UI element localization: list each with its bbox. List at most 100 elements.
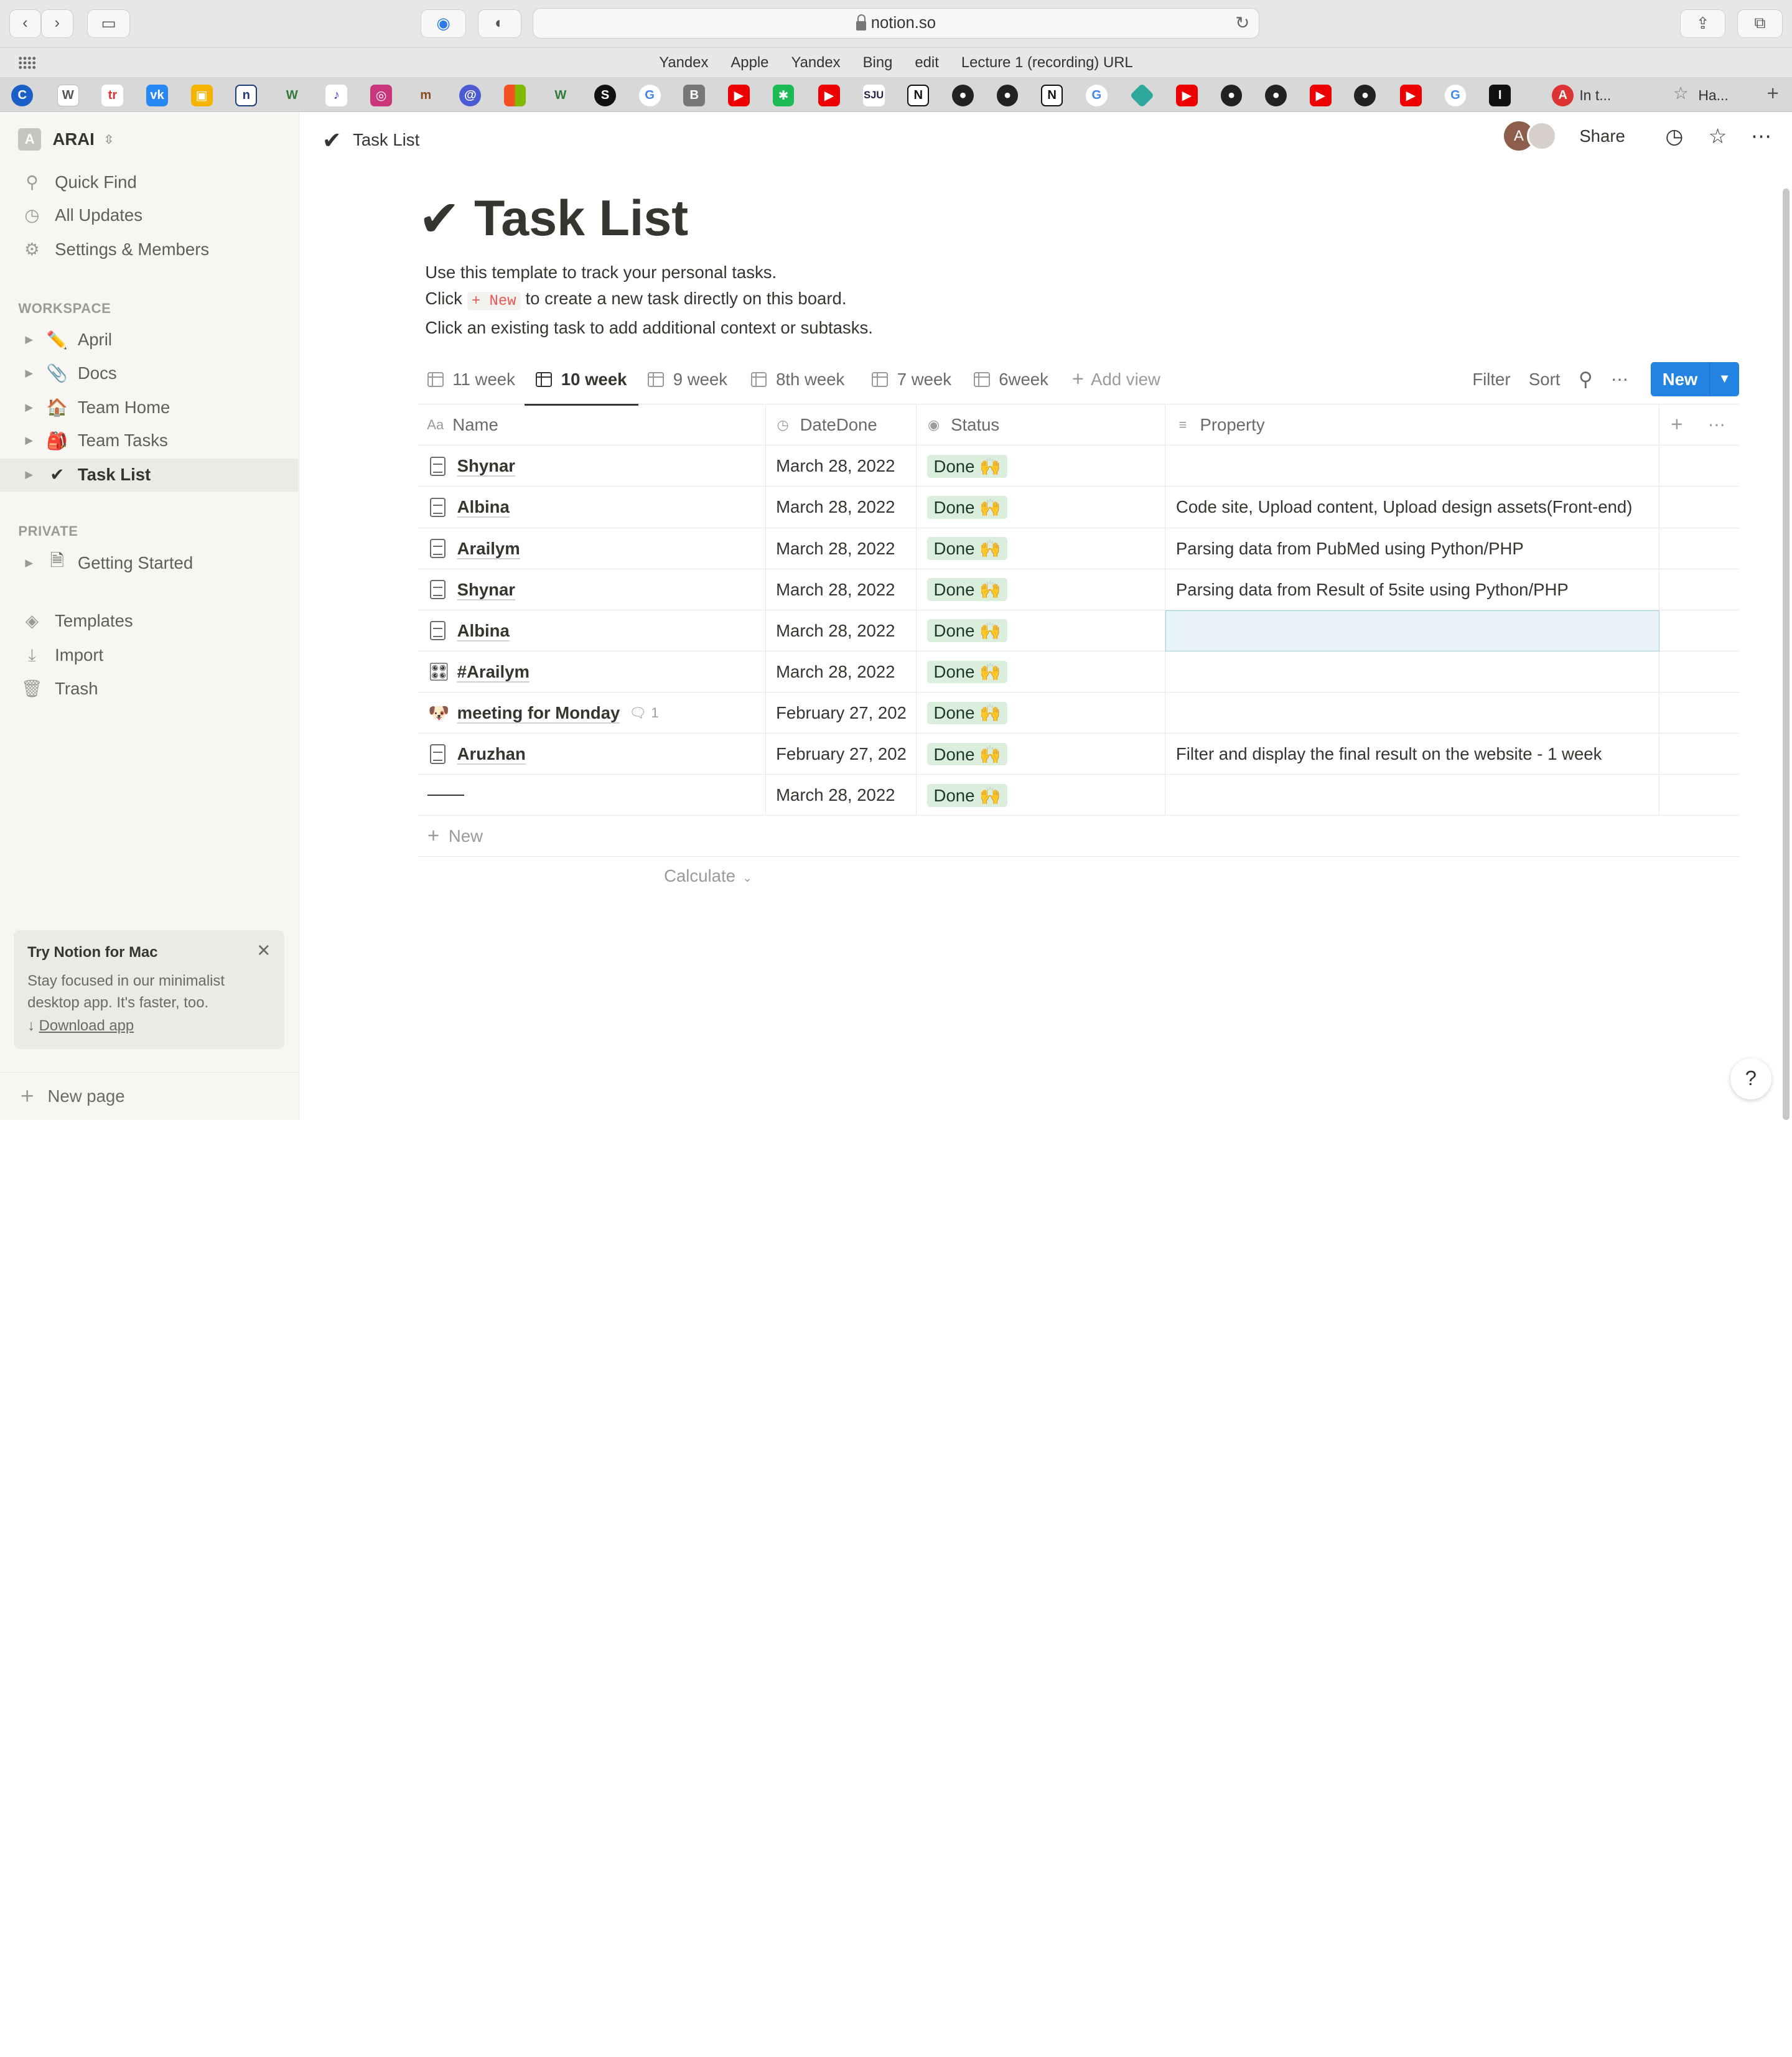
- add-view-button[interactable]: + Add view: [1072, 368, 1160, 404]
- property-cell[interactable]: [1165, 651, 1659, 693]
- media-icon[interactable]: ◉: [420, 9, 467, 38]
- property-cell[interactable]: [1165, 692, 1659, 734]
- column-header-property[interactable]: ≡ Property: [1165, 404, 1659, 446]
- row-date[interactable]: March 28, 2022: [776, 456, 895, 476]
- property-cell[interactable]: [1165, 445, 1659, 487]
- tab-favicon[interactable]: ◎: [370, 84, 392, 106]
- scrollbar[interactable]: [1783, 189, 1790, 1120]
- property-cell[interactable]: Code site, Upload content, Upload design…: [1165, 487, 1659, 528]
- row-name[interactable]: Shynar: [457, 580, 515, 600]
- status-badge[interactable]: Done 🙌: [926, 783, 1008, 807]
- new-page-button[interactable]: + New page: [0, 1071, 299, 1120]
- table-row[interactable]: Albina March 28, 2022 Done 🙌 Code site, …: [418, 487, 1740, 528]
- forward-button[interactable]: ›: [41, 9, 73, 38]
- favorite-link[interactable]: Apple: [730, 54, 768, 71]
- tab-favicon[interactable]: W: [549, 85, 571, 106]
- status-badge[interactable]: Done 🙌: [926, 537, 1008, 560]
- page-title[interactable]: ✔ Task List: [418, 190, 1739, 248]
- history-icon[interactable]: ◷: [1653, 124, 1696, 149]
- table-row[interactable]: Albina March 28, 2022 Done 🙌: [418, 610, 1740, 651]
- tab-favicon[interactable]: G: [1444, 84, 1467, 106]
- table-row[interactable]: 🐶 meeting for Monday 🗨 1 February 27, 202 D…: [418, 692, 1740, 734]
- table-row[interactable]: Shynar March 28, 2022 Done 🙌 Parsing dat…: [418, 569, 1740, 610]
- tab-favicon[interactable]: [503, 84, 526, 106]
- close-icon[interactable]: ✕: [256, 941, 271, 961]
- row-name[interactable]: Albina: [457, 621, 510, 641]
- favorite-link[interactable]: Yandex: [659, 54, 708, 71]
- expand-triangle-icon[interactable]: ▶: [25, 401, 41, 414]
- row-name[interactable]: meeting for Monday: [457, 703, 620, 723]
- more-icon[interactable]: ⋯: [1611, 370, 1628, 389]
- property-cell[interactable]: [1165, 775, 1659, 816]
- tab-favicon[interactable]: ▣: [190, 84, 213, 106]
- new-tab-icon[interactable]: +: [1767, 82, 1779, 106]
- tab-favicon[interactable]: ▶: [818, 84, 840, 106]
- tab-favicon[interactable]: I: [1489, 84, 1511, 106]
- status-badge[interactable]: Done 🙌: [926, 742, 1008, 766]
- expand-triangle-icon[interactable]: ▶: [25, 334, 41, 346]
- row-date[interactable]: February 27, 202: [776, 703, 907, 723]
- sort-button[interactable]: Sort: [1529, 370, 1561, 389]
- table-row[interactable]: March 28, 2022 Done 🙌: [418, 775, 1740, 816]
- new-row-button[interactable]: + New: [418, 816, 1740, 857]
- sidebar-item-task-list[interactable]: ▶ ✔ Task List: [0, 458, 299, 492]
- column-header-name[interactable]: Aa Name: [418, 404, 766, 446]
- tab-favicon[interactable]: W: [57, 84, 79, 106]
- github-icon[interactable]: ●: [1220, 84, 1243, 106]
- tab-favicon[interactable]: W: [281, 85, 303, 106]
- calculate-button[interactable]: Calculate ⌄: [664, 866, 752, 886]
- star-icon[interactable]: ☆: [1696, 124, 1740, 149]
- sidebar-item-team-tasks[interactable]: ▶ 🎒 Team Tasks: [0, 424, 298, 457]
- property-cell[interactable]: Parsing data from PubMed using Python/PH…: [1165, 528, 1659, 569]
- tab-9-week[interactable]: 9 week: [648, 368, 727, 404]
- tab-favicon[interactable]: ✱: [772, 84, 795, 106]
- expand-triangle-icon[interactable]: ▶: [25, 367, 41, 380]
- search-icon[interactable]: ⚲: [1579, 368, 1593, 391]
- tab-favicon[interactable]: n: [235, 84, 258, 106]
- workspace-switcher[interactable]: A ARAI ⇳: [18, 128, 114, 151]
- tab-favicon[interactable]: ▶: [1309, 84, 1332, 106]
- tab-favicon[interactable]: SJU: [862, 84, 885, 106]
- tab-favicon[interactable]: ▶: [1399, 84, 1422, 106]
- expand-triangle-icon[interactable]: ▶: [25, 557, 41, 569]
- tab-7-week[interactable]: 7 week: [872, 368, 951, 404]
- property-cell[interactable]: Filter and display the final result on t…: [1165, 734, 1659, 775]
- column-header-status[interactable]: ◉ Status: [917, 404, 1166, 446]
- row-name[interactable]: Albina: [457, 497, 510, 517]
- tab-favicon[interactable]: vk: [146, 84, 168, 106]
- status-badge[interactable]: Done 🙌: [926, 455, 1008, 478]
- share-button[interactable]: Share: [1579, 126, 1625, 146]
- row-date[interactable]: March 28, 2022: [776, 785, 895, 805]
- shield-icon[interactable]: ◐: [477, 9, 521, 38]
- row-date[interactable]: March 28, 2022: [776, 621, 895, 641]
- expand-triangle-icon[interactable]: ▶: [25, 469, 41, 481]
- column-header-date[interactable]: ◷ DateDone: [766, 404, 917, 446]
- row-name[interactable]: #Arailym: [457, 662, 530, 682]
- tab-favicon[interactable]: @: [459, 84, 482, 106]
- tab-favicon[interactable]: B: [683, 84, 706, 106]
- sidebar-item-trash[interactable]: 🗑 Trash: [0, 672, 298, 705]
- favorite-link[interactable]: Bing: [863, 54, 893, 71]
- more-icon[interactable]: ⋯: [1739, 124, 1783, 149]
- tab-favicon[interactable]: [1130, 83, 1155, 108]
- row-name[interactable]: Arailym: [457, 539, 520, 559]
- tab-favicon[interactable]: N: [1041, 84, 1063, 106]
- tab-favicon[interactable]: A: [1552, 84, 1574, 106]
- status-badge[interactable]: Done 🙌: [926, 701, 1008, 725]
- share-sheet-icon[interactable]: ⇪: [1679, 9, 1726, 38]
- row-date[interactable]: March 28, 2022: [776, 662, 895, 682]
- expand-triangle-icon[interactable]: ▶: [25, 434, 41, 447]
- favorite-link[interactable]: Lecture 1 (recording) URL: [961, 54, 1133, 71]
- sidebar-item-getting-started[interactable]: ▶ 🗎 Getting Started: [0, 546, 298, 579]
- row-name[interactable]: Aruzhan: [457, 744, 526, 764]
- sidebar-item-team-home[interactable]: ▶ 🏠 Team Home: [0, 391, 298, 424]
- tab-11-week[interactable]: 11 week: [427, 368, 515, 404]
- breadcrumb[interactable]: ✔ Task List: [322, 127, 419, 154]
- property-cell[interactable]: Parsing data from Result of 5site using …: [1165, 569, 1659, 610]
- sidebar-item-all-updates[interactable]: ◷ All Updates: [0, 199, 298, 232]
- github-icon[interactable]: ●: [1354, 84, 1376, 106]
- tab-favicon[interactable]: m: [415, 85, 437, 106]
- sidebar-item-quick-find[interactable]: ⚲ Quick Find: [0, 166, 298, 198]
- row-date[interactable]: March 28, 2022: [776, 497, 895, 517]
- table-row[interactable]: 🎛 #Arailym March 28, 2022 Done 🙌: [418, 651, 1740, 693]
